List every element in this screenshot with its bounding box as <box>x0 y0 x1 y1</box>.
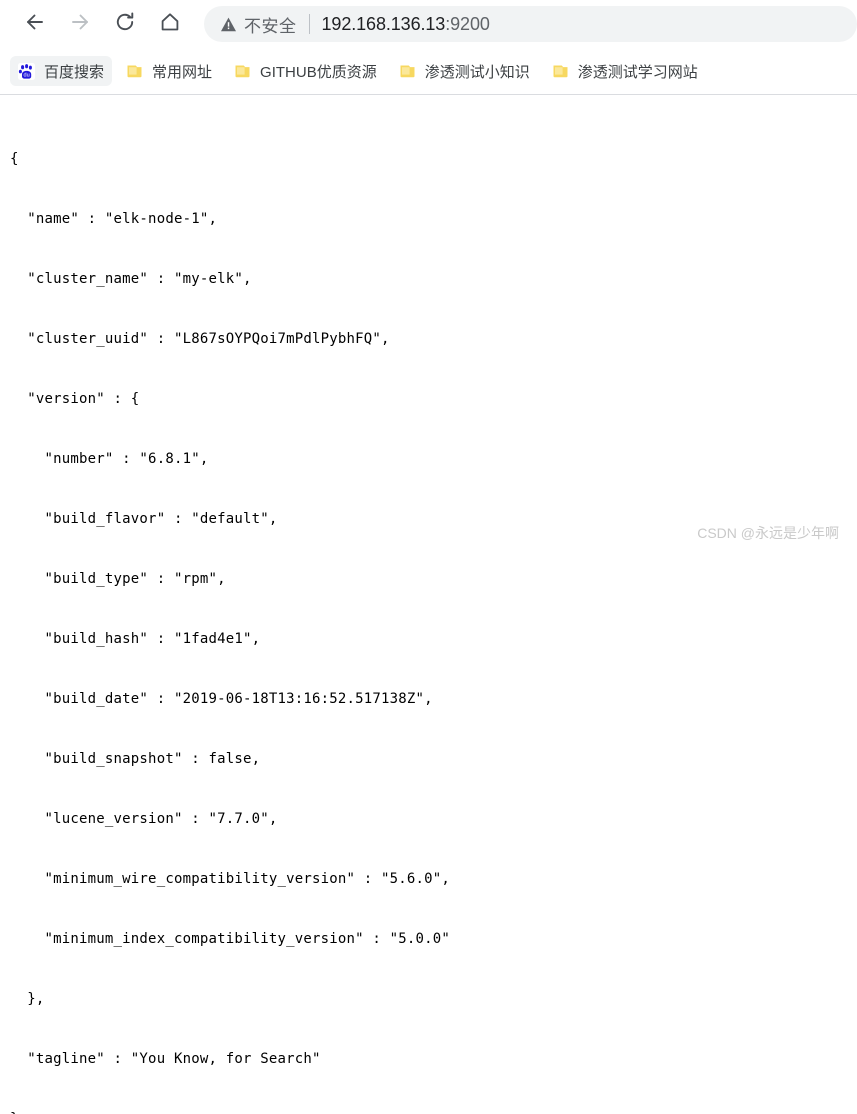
json-response-body: { "name" : "elk-node-1", "cluster_name" … <box>0 95 857 1114</box>
bookmark-label: 渗透测试学习网站 <box>577 63 698 81</box>
bookmark-github-resources[interactable]: GITHUB优质资源 <box>226 56 385 86</box>
json-line: "tagline" : "You Know, for Search" <box>10 1051 321 1067</box>
bookmark-pentest-tips[interactable]: 渗透测试小知识 <box>391 56 538 86</box>
bookmarks-bar: du 百度搜索 常用网址 GITHUB优质资源 渗透测试小知识 渗透测试学习网站 <box>0 48 857 95</box>
omnibox-divider <box>308 14 310 34</box>
json-line: "cluster_uuid" : "L867sOYPQoi7mPdlPybhFQ… <box>10 331 390 347</box>
reload-icon <box>113 10 137 39</box>
browser-chrome: 不安全 192.168.136.13:9200 du 百度搜索 常用网址 GIT… <box>0 0 857 95</box>
url-host: 192.168.136.13 <box>321 13 446 34</box>
bookmark-baidu[interactable]: du 百度搜索 <box>10 56 113 86</box>
json-line: "build_snapshot" : false, <box>10 751 261 767</box>
json-line: }, <box>10 991 45 1007</box>
security-status-label: 不安全 <box>244 16 297 36</box>
forward-button[interactable] <box>63 7 97 41</box>
bookmark-label: 百度搜索 <box>44 63 105 81</box>
bookmark-pentest-learning-sites[interactable]: 渗透测试学习网站 <box>544 56 706 86</box>
json-line: "minimum_wire_compatibility_version" : "… <box>10 871 451 887</box>
baidu-icon: du <box>18 62 35 80</box>
url-port: :9200 <box>445 13 490 34</box>
warning-triangle-icon[interactable] <box>220 16 237 33</box>
json-line: "version" : { <box>10 391 140 407</box>
json-line: "build_date" : "2019-06-18T13:16:52.5171… <box>10 691 433 707</box>
arrow-left-icon <box>23 10 47 39</box>
json-line: { <box>10 151 19 167</box>
back-button[interactable] <box>18 7 52 41</box>
url-text: 192.168.136.13:9200 <box>322 14 490 35</box>
json-line: } <box>10 1109 857 1114</box>
arrow-right-icon <box>68 10 92 39</box>
bookmark-common-sites[interactable]: 常用网址 <box>118 56 220 86</box>
folder-icon <box>552 63 569 80</box>
json-line: "number" : "6.8.1", <box>10 451 209 467</box>
folder-icon <box>126 63 143 80</box>
reload-button[interactable] <box>108 7 142 41</box>
csdn-watermark: CSDN @永远是少年啊 <box>697 525 839 541</box>
bookmark-label: GITHUB优质资源 <box>260 63 377 81</box>
json-line: "build_hash" : "1fad4e1", <box>10 631 261 647</box>
json-line: "lucene_version" : "7.7.0", <box>10 811 278 827</box>
json-line: "name" : "elk-node-1", <box>10 211 218 227</box>
svg-text:du: du <box>23 72 29 78</box>
home-button[interactable] <box>153 7 187 41</box>
folder-icon <box>399 63 416 80</box>
folder-icon <box>234 63 251 80</box>
home-icon <box>158 10 182 39</box>
json-line: "cluster_name" : "my-elk", <box>10 271 252 287</box>
navigation-toolbar: 不安全 192.168.136.13:9200 <box>0 0 857 48</box>
address-bar[interactable]: 不安全 192.168.136.13:9200 <box>204 6 857 42</box>
bookmark-label: 常用网址 <box>152 63 213 81</box>
bookmark-label: 渗透测试小知识 <box>424 63 530 81</box>
json-line: "build_type" : "rpm", <box>10 571 226 587</box>
json-line: "minimum_index_compatibility_version" : … <box>10 931 451 947</box>
